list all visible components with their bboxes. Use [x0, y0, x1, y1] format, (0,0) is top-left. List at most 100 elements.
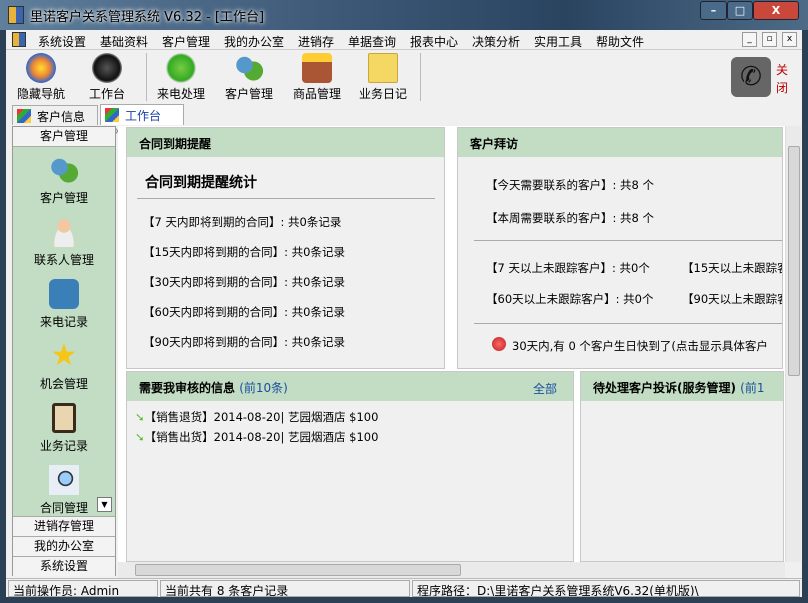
workbench-button[interactable]: 工作台	[76, 53, 138, 102]
mdi-minimize-button[interactable]: _	[742, 32, 757, 47]
sidebar: 客户管理 客户管理 联系人管理 来电记录 ★ 机会管理 业务记录 合同管理 ▼ 进…	[12, 126, 116, 576]
sidebar-item-customer[interactable]: 客户管理	[13, 155, 115, 206]
menu-customer[interactable]: 客户管理	[162, 33, 210, 50]
review-row-text: 【销售出货】2014-08-20| 艺园烟酒店 $100	[144, 430, 379, 444]
menu-system[interactable]: 系统设置	[38, 33, 86, 50]
mdi-close-button[interactable]: x	[782, 32, 797, 47]
customer-mgmt-button[interactable]: 客户管理	[218, 53, 280, 102]
minimize-button[interactable]: –	[700, 1, 727, 20]
phone-icon	[166, 53, 196, 83]
status-bar: 当前操作员: Admin 当前共有 8 条客户记录 程序路径：D:\里诺客户关系…	[6, 578, 802, 597]
sidebar-item-opportunity[interactable]: ★ 机会管理	[13, 341, 115, 392]
tab-customer-info[interactable]: 客户信息	[12, 105, 98, 125]
contract-row-7[interactable]: 【7 天内即将到期的合同】: 共0条记录	[143, 214, 341, 230]
tab-workbench[interactable]: 工作台×	[100, 104, 184, 138]
contract-row-15[interactable]: 【15天内即将到期的合同】: 共0条记录	[143, 244, 345, 260]
toolbar-separator	[146, 53, 147, 101]
contract-subtitle: 合同到期提醒统计	[145, 175, 257, 191]
product-mgmt-button[interactable]: 商品管理	[286, 53, 348, 102]
sidebar-scroll-down-button[interactable]: ▼	[97, 497, 112, 512]
tab-icon	[17, 109, 31, 123]
app-icon	[12, 32, 26, 47]
menu-inventory[interactable]: 进销存	[298, 33, 334, 50]
status-records: 当前共有 8 条客户记录	[160, 580, 410, 597]
close-phone-button[interactable]: 关闭	[776, 61, 790, 97]
complaint-panel: 待处理客户投诉(服务管理) (前1	[580, 371, 784, 562]
users-icon	[234, 53, 264, 83]
contract-row-30[interactable]: 【30天内即将到期的合同】: 共0条记录	[143, 274, 345, 290]
maximize-button[interactable]: □	[727, 1, 753, 20]
visit-today[interactable]: 【今天需要联系的客户】: 共8 个	[486, 177, 654, 193]
tab-label: 工作台	[125, 109, 162, 123]
toolbar: 隐藏导航 工作台 来电处理 客户管理 商品管理 业务日记 ✆ 关闭	[6, 51, 802, 103]
menu-tools[interactable]: 实用工具	[534, 33, 582, 50]
birthday-reminder[interactable]: 30天内,有 0 个客户生日快到了(点击显示具体客户	[512, 338, 768, 354]
menu-decision[interactable]: 决策分析	[472, 33, 520, 50]
visit-untracked-90[interactable]: 【90天以上未跟踪客户	[682, 291, 782, 307]
contact-person-icon	[49, 217, 79, 247]
status-operator: 当前操作员: Admin	[8, 580, 158, 597]
vertical-scroll-thumb[interactable]	[788, 146, 800, 376]
menu-basic[interactable]: 基础资料	[100, 33, 148, 50]
business-diary-label: 业务日记	[358, 87, 407, 101]
users-icon	[49, 155, 79, 185]
review-count: (前10条)	[239, 381, 288, 395]
mdi-restore-button[interactable]: ▫	[762, 32, 777, 47]
call-handling-button[interactable]: 来电处理	[150, 53, 212, 102]
sidebar-item-label: 联系人管理	[33, 253, 94, 267]
visit-untracked-15[interactable]: 【15天以上未跟踪客户	[682, 260, 782, 276]
review-all-link[interactable]: 全部	[533, 380, 557, 397]
divider	[474, 323, 782, 324]
sidebar-item-business[interactable]: 业务记录	[13, 403, 115, 454]
contract-row-90[interactable]: 【90天内即将到期的合同】: 共0条记录	[143, 334, 345, 350]
hide-nav-button[interactable]: 隐藏导航	[10, 53, 72, 102]
menu-help[interactable]: 帮助文件	[596, 33, 644, 50]
star-icon: ★	[50, 338, 78, 373]
menu-bar: 系统设置 基础资料 客户管理 我的办公室 进销存 单据查询 报表中心 决策分析 …	[6, 30, 802, 50]
horizontal-scrollbar[interactable]	[118, 562, 785, 578]
sidebar-section-office[interactable]: 我的办公室	[13, 536, 115, 556]
hangup-phone-icon[interactable]: ✆	[731, 57, 771, 97]
call-handling-label: 来电处理	[156, 87, 205, 101]
review-panel-title: 需要我审核的信息	[139, 381, 236, 395]
divider	[474, 240, 782, 241]
vertical-scrollbar[interactable]	[785, 126, 801, 562]
title-bar: 里诺客户关系管理系统 V6.32 - [工作台] – □ X	[0, 0, 808, 30]
horizontal-scroll-thumb[interactable]	[135, 564, 461, 576]
review-panel: 需要我审核的信息 (前10条) 全部 ➘【销售退货】2014-08-20| 艺园…	[126, 371, 574, 562]
sidebar-item-calls[interactable]: 来电记录	[13, 279, 115, 330]
sidebar-section-inventory[interactable]: 进销存管理	[13, 516, 115, 536]
butterfly-icon	[26, 53, 56, 83]
sidebar-header[interactable]: 客户管理	[13, 127, 115, 147]
contract-panel: 合同到期提醒 合同到期提醒统计 【7 天内即将到期的合同】: 共0条记录 【15…	[126, 127, 445, 369]
business-diary-button[interactable]: 业务日记	[352, 53, 414, 102]
sidebar-item-label: 业务记录	[39, 439, 88, 453]
complaint-count: (前1	[740, 381, 765, 395]
review-panel-header: 需要我审核的信息 (前10条)	[127, 372, 573, 401]
birthday-cake-icon	[492, 337, 506, 351]
visit-untracked-60[interactable]: 【60天以上未跟踪客户】: 共0个	[486, 291, 653, 307]
sidebar-item-contacts[interactable]: 联系人管理	[13, 217, 115, 268]
contract-panel-title: 合同到期提醒	[127, 128, 444, 157]
visit-untracked-7[interactable]: 【7 天以上未跟踪客户】: 共0个	[486, 260, 650, 276]
status-path: 程序路径：D:\里诺客户关系管理系统V6.32(单机版)\	[412, 580, 800, 597]
review-row-text: 【销售退货】2014-08-20| 艺园烟酒店 $100	[144, 410, 379, 424]
check-arrow-icon: ➘	[135, 410, 145, 424]
magnifier-doc-icon	[49, 465, 79, 495]
app-icon	[8, 6, 24, 24]
contract-row-60[interactable]: 【60天内即将到期的合同】: 共0条记录	[143, 304, 345, 320]
menu-reports[interactable]: 报表中心	[410, 33, 458, 50]
review-row[interactable]: ➘【销售退货】2014-08-20| 艺园烟酒店 $100	[135, 409, 378, 425]
visit-panel-title: 客户拜访	[458, 128, 782, 157]
complaint-panel-header: 待处理客户投诉(服务管理) (前1	[581, 372, 783, 401]
hide-nav-label: 隐藏导航	[16, 87, 65, 101]
visit-panel: 客户拜访 【今天需要联系的客户】: 共8 个 【本周需要联系的客户】: 共8 个…	[457, 127, 783, 369]
sidebar-item-label: 机会管理	[39, 377, 88, 391]
workbench-label: 工作台	[88, 87, 125, 101]
close-button[interactable]: X	[753, 1, 799, 20]
sidebar-section-system[interactable]: 系统设置	[13, 556, 115, 576]
visit-week[interactable]: 【本周需要联系的客户】: 共8 个	[486, 210, 654, 226]
menu-query[interactable]: 单据查询	[348, 33, 396, 50]
review-row[interactable]: ➘【销售出货】2014-08-20| 艺园烟酒店 $100	[135, 429, 378, 445]
menu-office[interactable]: 我的办公室	[224, 33, 284, 50]
